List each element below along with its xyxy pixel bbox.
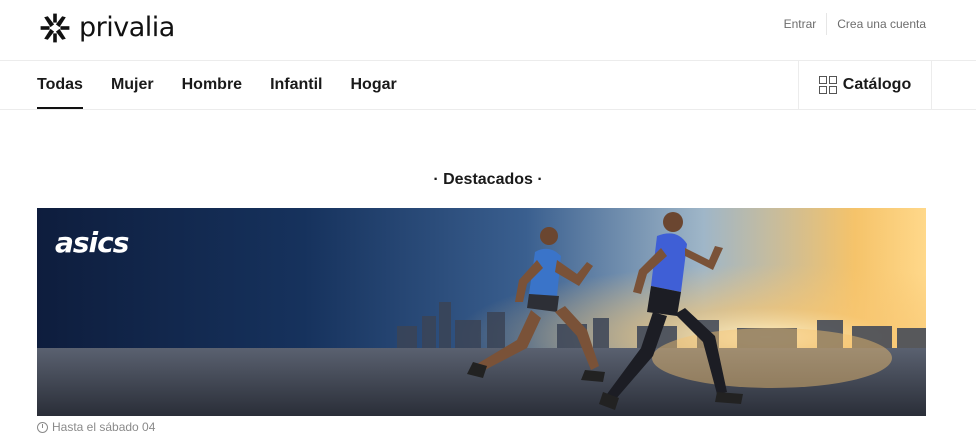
privalia-logo[interactable]: privalia [37,10,175,46]
tab-hogar[interactable]: Hogar [351,61,397,109]
featured-banner[interactable]: asics [37,208,926,416]
privalia-logo-icon [40,13,70,43]
tab-infantil[interactable]: Infantil [270,61,322,109]
register-link[interactable]: Crea una cuenta [837,17,926,31]
tab-hombre[interactable]: Hombre [182,61,242,109]
account-links: Entrar Crea una cuenta [784,13,926,35]
header: privalia Entrar Crea una cuenta [0,0,976,60]
login-link[interactable]: Entrar [784,17,817,31]
divider [826,13,828,35]
main-nav: Todas Mujer Hombre Infantil Hogar Catálo… [0,60,976,110]
clock-icon [37,421,48,433]
logo-text: privalia [79,11,175,43]
sale-deadline: Hasta el sábado 04 [37,420,155,434]
banner-image [37,208,926,416]
section-title: · Destacados · [433,171,543,188]
deadline-text: Hasta el sábado 04 [52,420,156,434]
grid-icon [818,76,837,94]
tab-todas[interactable]: Todas [37,61,83,109]
tab-mujer[interactable]: Mujer [111,61,154,109]
catalog-button[interactable]: Catálogo [798,61,932,109]
asics-logo: asics [55,226,129,259]
catalog-label: Catálogo [842,76,912,93]
category-tabs: Todas Mujer Hombre Infantil Hogar [37,61,425,109]
